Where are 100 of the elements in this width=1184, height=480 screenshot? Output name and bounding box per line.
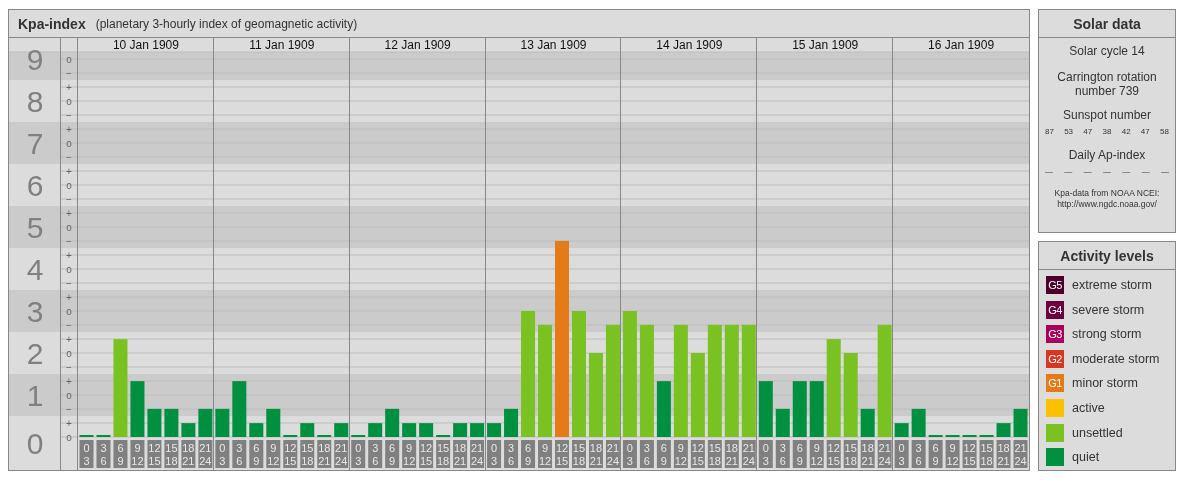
date-label: 11 Jan 1909 [249, 38, 315, 52]
time-slot-label: 9 12 [130, 440, 145, 468]
x-tick-label: 0 3 [83, 442, 90, 467]
x-tick-label: 6 9 [524, 442, 532, 467]
y-axis-label: 2 [26, 337, 44, 370]
y-tick-label: o [66, 431, 72, 443]
y-tick-label: − [66, 235, 72, 247]
time-slot-label: 9 12 [266, 440, 281, 468]
ap-index-label: Daily Ap-index [1068, 148, 1146, 162]
ap-index-value: — [1160, 167, 1169, 176]
time-slot-label: 15 18 [164, 440, 179, 468]
y-axis-label: 8 [26, 85, 44, 118]
sunspot-value: 47 [1140, 127, 1150, 136]
ap-index-value: — [1045, 167, 1053, 176]
panel-subtitle: (planetary 3-hourly index of geomagnetic activity) [95, 16, 358, 31]
y-tick-label: + [66, 123, 72, 135]
x-tick-label: 3 6 [507, 442, 515, 467]
time-slot-label: 6 9 [113, 440, 128, 468]
level-swatch: G5 [1046, 276, 1064, 294]
y-axis-label: 9 [26, 43, 44, 76]
x-tick-label: 0 3 [491, 442, 498, 467]
x-tick-label: 0 3 [355, 442, 362, 467]
ap-index-value: — [1141, 167, 1150, 176]
level-label: moderate storm [1072, 351, 1160, 366]
x-tick-label: 3 6 [236, 442, 243, 467]
ap-index-value: — [1122, 167, 1131, 176]
time-slot-label: 12 15 [555, 440, 569, 468]
level-swatch: G3 [1046, 325, 1064, 344]
y-tick-label: − [66, 151, 72, 163]
time-slot-label: 3 6 [504, 440, 519, 468]
time-slot-label: 3 6 [96, 440, 111, 468]
y-tick-label: o [66, 95, 72, 107]
time-slot-label: 9 12 [402, 440, 417, 468]
x-tick-label: 6 9 [932, 442, 939, 467]
time-slot-label: 12 15 [419, 440, 434, 468]
y-tick-label: + [66, 375, 72, 387]
y-tick-label: o [66, 221, 72, 233]
panel-title: Solar data [1039, 10, 1175, 38]
level-swatch: G1 [1046, 374, 1064, 393]
x-tick-label: 3 6 [915, 442, 922, 467]
y-tick-label: + [66, 207, 72, 219]
y-tick-label: + [66, 165, 72, 177]
sunspot-value: 53 [1064, 127, 1074, 136]
time-slot-label: 18 21 [317, 440, 332, 468]
y-tick-label: + [66, 291, 72, 303]
time-slot-label: 3 6 [232, 440, 247, 468]
y-tick-label: − [66, 193, 72, 205]
level-swatch: G4 [1046, 300, 1064, 319]
x-tick-label: 6 9 [117, 442, 124, 467]
ap-index-value: — [1083, 167, 1092, 176]
y-tick-label: + [66, 81, 72, 93]
x-tick-label: 0 3 [762, 442, 769, 467]
sunspot-value: 87 [1045, 127, 1054, 136]
ap-index-value: — [1103, 167, 1111, 176]
y-tick-label: + [66, 417, 72, 429]
source-link[interactable]: http://www.ngdc.noaa.gov/ [1057, 199, 1157, 210]
time-slot-label: 18 21 [181, 440, 196, 468]
date-label: 14 Jan 1909 [656, 38, 723, 52]
time-slot-label: 6 9 [249, 440, 264, 468]
y-tick-label: + [66, 249, 72, 261]
sunspot-value: 58 [1160, 127, 1169, 136]
x-tick-label: 6 9 [253, 442, 260, 467]
time-slot-label: 21 24 [198, 440, 213, 468]
y-tick-label: o [66, 389, 72, 401]
y-axis-label: 6 [26, 169, 44, 202]
y-tick-label: − [66, 403, 72, 415]
time-slot-label: 15 18 [436, 440, 451, 468]
time-slot-label: 0 3 [351, 440, 366, 468]
time-slot-label: 18 21 [453, 440, 468, 468]
y-tick-label: − [66, 109, 72, 121]
sunspot-value: 42 [1121, 127, 1131, 136]
y-axis-label: 5 [26, 211, 44, 244]
level-label: active [1072, 400, 1105, 415]
x-tick-label: 6 9 [389, 442, 396, 467]
ap-index-value: — [1064, 167, 1073, 176]
level-label: severe storm [1072, 302, 1145, 317]
date-label: 10 Jan 1909 [112, 38, 179, 52]
sunspot-value: 47 [1083, 127, 1093, 136]
time-slot-label: 0 3 [215, 440, 230, 468]
time-slot-label: 12 15 [283, 440, 298, 468]
y-tick-label: o [66, 137, 72, 149]
x-tick-label: 3 6 [779, 442, 786, 467]
y-tick-label: o [66, 347, 72, 359]
sunspot-value: 38 [1102, 127, 1112, 136]
level-label: minor storm [1072, 376, 1138, 391]
level-label: extreme storm [1072, 278, 1152, 292]
y-axis-label: 4 [26, 253, 44, 286]
level-label: strong storm [1072, 327, 1142, 342]
panel-title: Activity levels [1039, 242, 1175, 270]
time-slot-label: 12 15 [147, 440, 162, 468]
time-slot-label: 15 18 [300, 440, 315, 468]
y-axis-label: 1 [26, 379, 44, 412]
x-tick-label: 0 3 [219, 442, 226, 467]
y-tick-label: o [66, 53, 72, 65]
time-slot-label: 6 9 [385, 440, 400, 468]
y-tick-label: o [66, 179, 72, 191]
y-axis-label: 3 [26, 295, 44, 328]
y-axis-label: 7 [26, 127, 44, 160]
time-slot-label: 21 24 [470, 440, 485, 468]
x-tick-label: 6 9 [796, 442, 803, 467]
